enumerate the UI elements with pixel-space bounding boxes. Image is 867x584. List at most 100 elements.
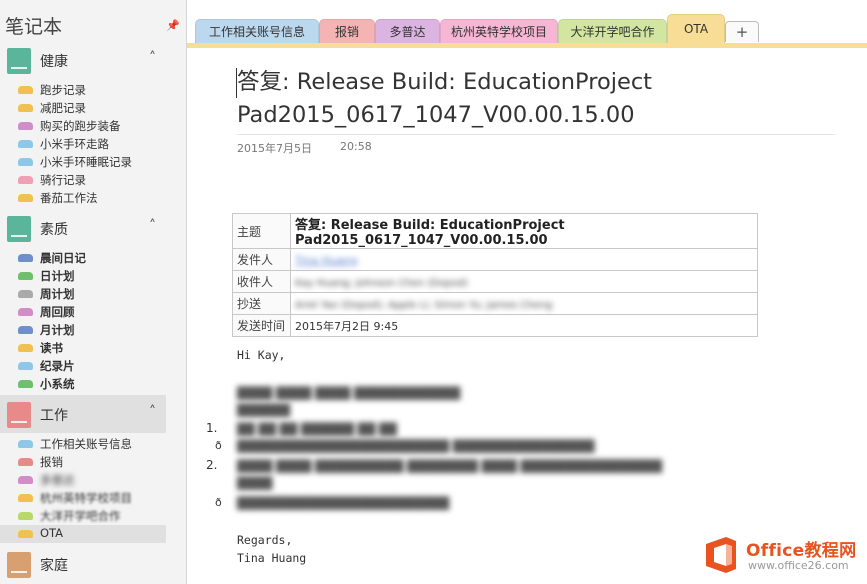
sidebar-page-item[interactable]: 杭州英特学校项目 [18,489,166,507]
add-tab-button[interactable]: + [725,21,759,42]
sender-link[interactable]: Tina Huang [295,254,358,267]
sidebar-page-label: 多普达 [40,472,75,488]
sidebar-page-label: 纪录片 [40,358,75,374]
sidebar-page-item[interactable]: 番茄工作法 [18,189,166,207]
sidebar-page-label: 骑行记录 [40,172,86,188]
blurred-text-line: ████████████████████████ ███████████████… [237,439,594,453]
sidebar-page-item[interactable]: 跑步记录 [18,81,166,99]
sidebar-page-label: 小米手环走路 [40,136,109,152]
sidebar-page-label: 大洋开学吧合作 [40,508,121,524]
page-folder-icon [18,530,33,538]
page-folder-icon [18,194,33,202]
sidebar-page-label: 月计划 [40,322,75,338]
section-1[interactable]: 健康 ˄ [0,41,166,79]
sidebar-page-item[interactable]: 纪录片 [18,357,166,375]
blurred-text-line: ██ ██ ██ ██████ ██ ██ [237,422,397,436]
sidebar-page-label: 日计划 [40,268,75,284]
page-title[interactable]: 答复: Release Build: EducationProject Pad2… [237,66,837,132]
tab-5[interactable]: 大洋开学吧合作 [558,19,667,44]
email-header-table: 主题 答复: Release Build: EducationProject P… [232,213,758,337]
title-divider [237,134,835,135]
page-folder-icon [18,512,33,520]
email-greeting: Hi Kay, [237,348,285,362]
sidebar-page-item[interactable]: 小系统 [18,375,166,393]
section-3[interactable]: 工作˄ [0,395,166,433]
section-label: 健康 [40,51,68,71]
tab-2[interactable]: 报销 [319,19,375,44]
bullet-glyph: ð [215,496,222,509]
notebook-section-icon [7,552,31,578]
page-folder-icon [18,494,33,502]
page-folder-icon [18,476,33,484]
page-folder-icon [18,176,33,184]
sidebar-page-item[interactable]: 多普达 [18,471,166,489]
section-4[interactable]: 家庭 [0,545,166,583]
sidebar-page-item[interactable]: OTA [0,525,166,543]
sidebar-page-item[interactable]: 周计划 [18,285,166,303]
table-key: 发件人 [233,249,291,271]
page-folder-icon [18,104,33,112]
tab-1[interactable]: 工作相关账号信息 [195,19,319,44]
page-folder-icon [18,344,33,352]
email-signature: Tina Huang [237,551,306,565]
page-folder-icon [18,290,33,298]
sidebar-page-item[interactable]: 晨间日记 [18,249,166,267]
notebook-section-icon [7,216,31,242]
sidebar-page-item[interactable]: 报销 [18,453,166,471]
table-row: 发送时间 2015年7月2日 9:45 [233,315,758,337]
sidebar-page-label: OTA [40,526,63,540]
section-2[interactable]: 素质 ˄ [0,209,166,247]
tab-4[interactable]: 杭州英特学校项目 [440,19,558,44]
sidebar-page-item[interactable]: 日计划 [18,267,166,285]
sidebar-page-label: 小系统 [40,376,75,392]
page-folder-icon [18,254,33,262]
page-date: 2015年7月5日 [237,140,312,156]
sidebar-page-label: 购买的跑步装备 [40,118,121,134]
table-row: 收件人 Kay Huang; Johnson Chen (Dopod) [233,271,758,293]
pin-icon[interactable]: 📌 [166,19,180,32]
page-folder-icon [18,122,33,130]
blurred-text-line: ████ [237,476,272,490]
notebook-sidebar: 笔记本 📌 健康˄跑步记录减肥记录购买的跑步装备小米手环走路小米手环睡眠记录骑行… [0,0,187,584]
page-folder-icon [18,380,33,388]
sidebar-page-label: 小米手环睡眠记录 [40,154,132,170]
list-number: 2. [206,458,217,472]
sidebar-page-label: 周回顾 [40,304,75,320]
sidebar-page-item[interactable]: 周回顾 [18,303,166,321]
sidebar-page-label: 周计划 [40,286,75,302]
sidebar-page-label: 减肥记录 [40,100,86,116]
section-label: 素质 [40,219,68,239]
chevron-up-icon[interactable]: ˄ [149,50,156,66]
tab-3[interactable]: 多普达 [375,19,440,44]
sidebar-page-item[interactable]: 月计划 [18,321,166,339]
list-number: 1. [206,421,217,435]
email-signoff: Regards, [237,533,292,547]
sidebar-page-item[interactable]: 读书 [18,339,166,357]
sidebar-page-item[interactable]: 减肥记录 [18,99,166,117]
chevron-up-icon[interactable]: ˄ [149,404,156,420]
note-page[interactable]: 答复: Release Build: EducationProject Pad2… [187,48,867,584]
table-row: 主题 答复: Release Build: EducationProject P… [233,214,758,249]
sidebar-page-label: 读书 [40,340,63,356]
sidebar-page-item[interactable]: 小米手环走路 [18,135,166,153]
table-key: 收件人 [233,271,291,293]
section-tab-bar: 工作相关账号信息报销多普达杭州英特学校项目大洋开学吧合作OTA [187,0,867,44]
sidebar-page-item[interactable]: 骑行记录 [18,171,166,189]
table-key: 抄送 [233,293,291,315]
chevron-up-icon[interactable]: ˄ [149,218,156,234]
table-row: 抄送 Ariel Yao (Dopod); Apple Li; Simon Yu… [233,293,758,315]
watermark-url: www.office26.com [748,559,849,572]
page-time: 20:58 [340,140,372,153]
sidebar-page-label: 报销 [40,454,63,470]
sidebar-page-item[interactable]: 小米手环睡眠记录 [18,153,166,171]
sidebar-page-item[interactable]: 工作相关账号信息 [18,435,166,453]
sidebar-page-label: 工作相关账号信息 [40,436,132,452]
notebook-section-icon [7,48,31,74]
bullet-glyph: ð [215,439,222,452]
page-folder-icon [18,308,33,316]
blurred-text-line: ████ ████ ██████████ ████████ ████ █████… [237,459,662,473]
tab-6[interactable]: OTA [667,14,725,45]
sidebar-page-item[interactable]: 大洋开学吧合作 [18,507,166,525]
sidebar-page-item[interactable]: 购买的跑步装备 [18,117,166,135]
page-folder-icon [18,272,33,280]
